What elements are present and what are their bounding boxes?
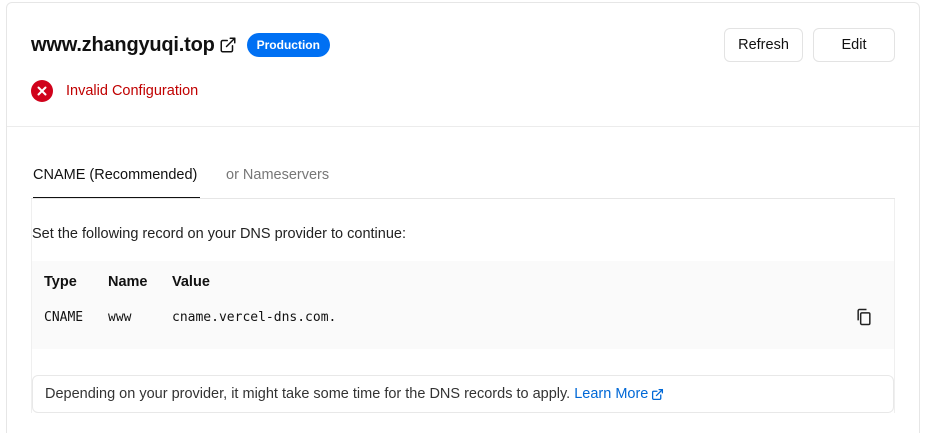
domain-header: www.zhangyuqi.top Production Refresh Edi… (31, 27, 895, 63)
record-name: www (108, 310, 132, 325)
column-header-value: Value (172, 274, 210, 290)
domain-config-card: www.zhangyuqi.top Production Refresh Edi… (6, 2, 920, 433)
error-x-icon (31, 80, 53, 102)
tab-cname[interactable]: CNAME (Recommended) (33, 155, 200, 199)
record-tabs: CNAME (Recommended) or Nameservers (31, 155, 895, 199)
instruction-text: Set the following record on your DNS pro… (32, 226, 406, 242)
environment-badge: Production (246, 33, 330, 57)
record-type: CNAME (44, 310, 84, 325)
status-text: Invalid Configuration (66, 83, 199, 99)
header-actions: Refresh Edit (724, 28, 895, 62)
learn-more-link[interactable]: Learn More (574, 386, 648, 402)
refresh-button[interactable]: Refresh (724, 28, 803, 62)
column-header-type: Type (44, 274, 77, 290)
tab-nameservers[interactable]: or Nameservers (226, 155, 329, 199)
note-text: Depending on your provider, it might tak… (45, 386, 571, 402)
column-header-name: Name (108, 274, 148, 290)
domain-name: www.zhangyuqi.top (31, 33, 215, 56)
record-value: cname.vercel-dns.com. (172, 310, 337, 325)
section-divider (7, 126, 919, 127)
edit-button[interactable]: Edit (813, 28, 895, 62)
dns-record-panel: Set the following record on your DNS pro… (31, 199, 895, 413)
status-row: Invalid Configuration (31, 79, 198, 103)
external-link-icon[interactable] (219, 35, 239, 55)
copy-icon[interactable] (854, 307, 874, 327)
external-link-icon[interactable] (651, 387, 665, 401)
dns-record-table: Type Name Value CNAME www cname.vercel-d… (32, 261, 894, 349)
propagation-note: Depending on your provider, it might tak… (32, 375, 894, 413)
